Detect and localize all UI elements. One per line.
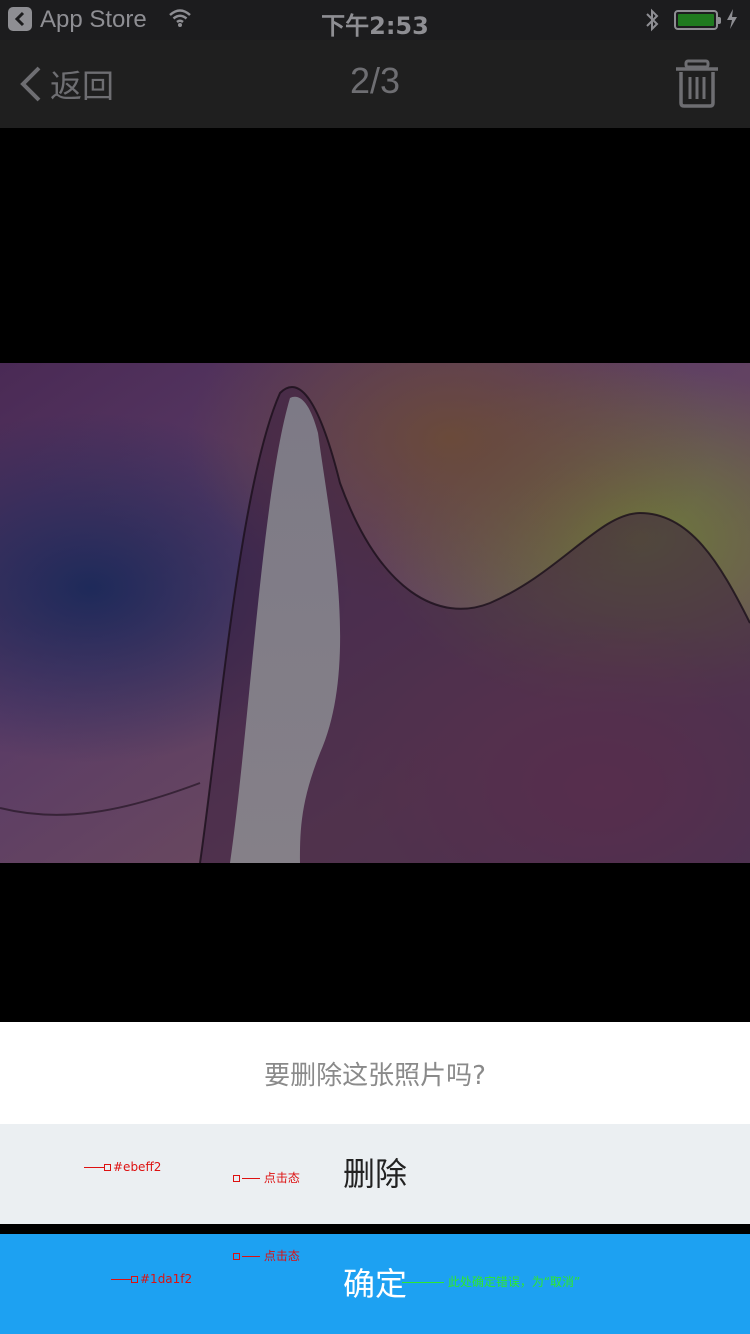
status-bar: App Store 下午2:53 <box>0 0 750 40</box>
navigation-bar: 返回 2/3 <box>0 40 750 128</box>
page-title: 2/3 <box>349 60 401 101</box>
trash-icon[interactable] <box>674 58 720 108</box>
annotation-confirm-bg: #1da1f2 <box>111 1272 192 1286</box>
status-time: 下午2:53 <box>321 12 429 40</box>
annotation-confirm-note: 此处确定错误，为“取消” <box>402 1275 580 1289</box>
annotation-delete-bg: #ebeff2 <box>84 1160 161 1174</box>
delete-button[interactable]: 删除 <box>0 1124 750 1224</box>
action-sheet: 要删除这张照片吗? 删除 确定 #ebeff2 点击态 点击态 #1da1f2 … <box>0 1022 750 1334</box>
photo-viewer[interactable] <box>0 128 750 1022</box>
charging-icon <box>727 9 737 29</box>
photo-image[interactable] <box>0 363 750 863</box>
annotation-delete-pressed: 点击态 <box>233 1171 300 1185</box>
bluetooth-icon <box>646 8 659 32</box>
battery-icon <box>674 10 721 30</box>
action-sheet-message: 要删除这张照片吗? <box>0 1022 750 1124</box>
annotation-confirm-pressed: 点击态 <box>233 1249 300 1263</box>
